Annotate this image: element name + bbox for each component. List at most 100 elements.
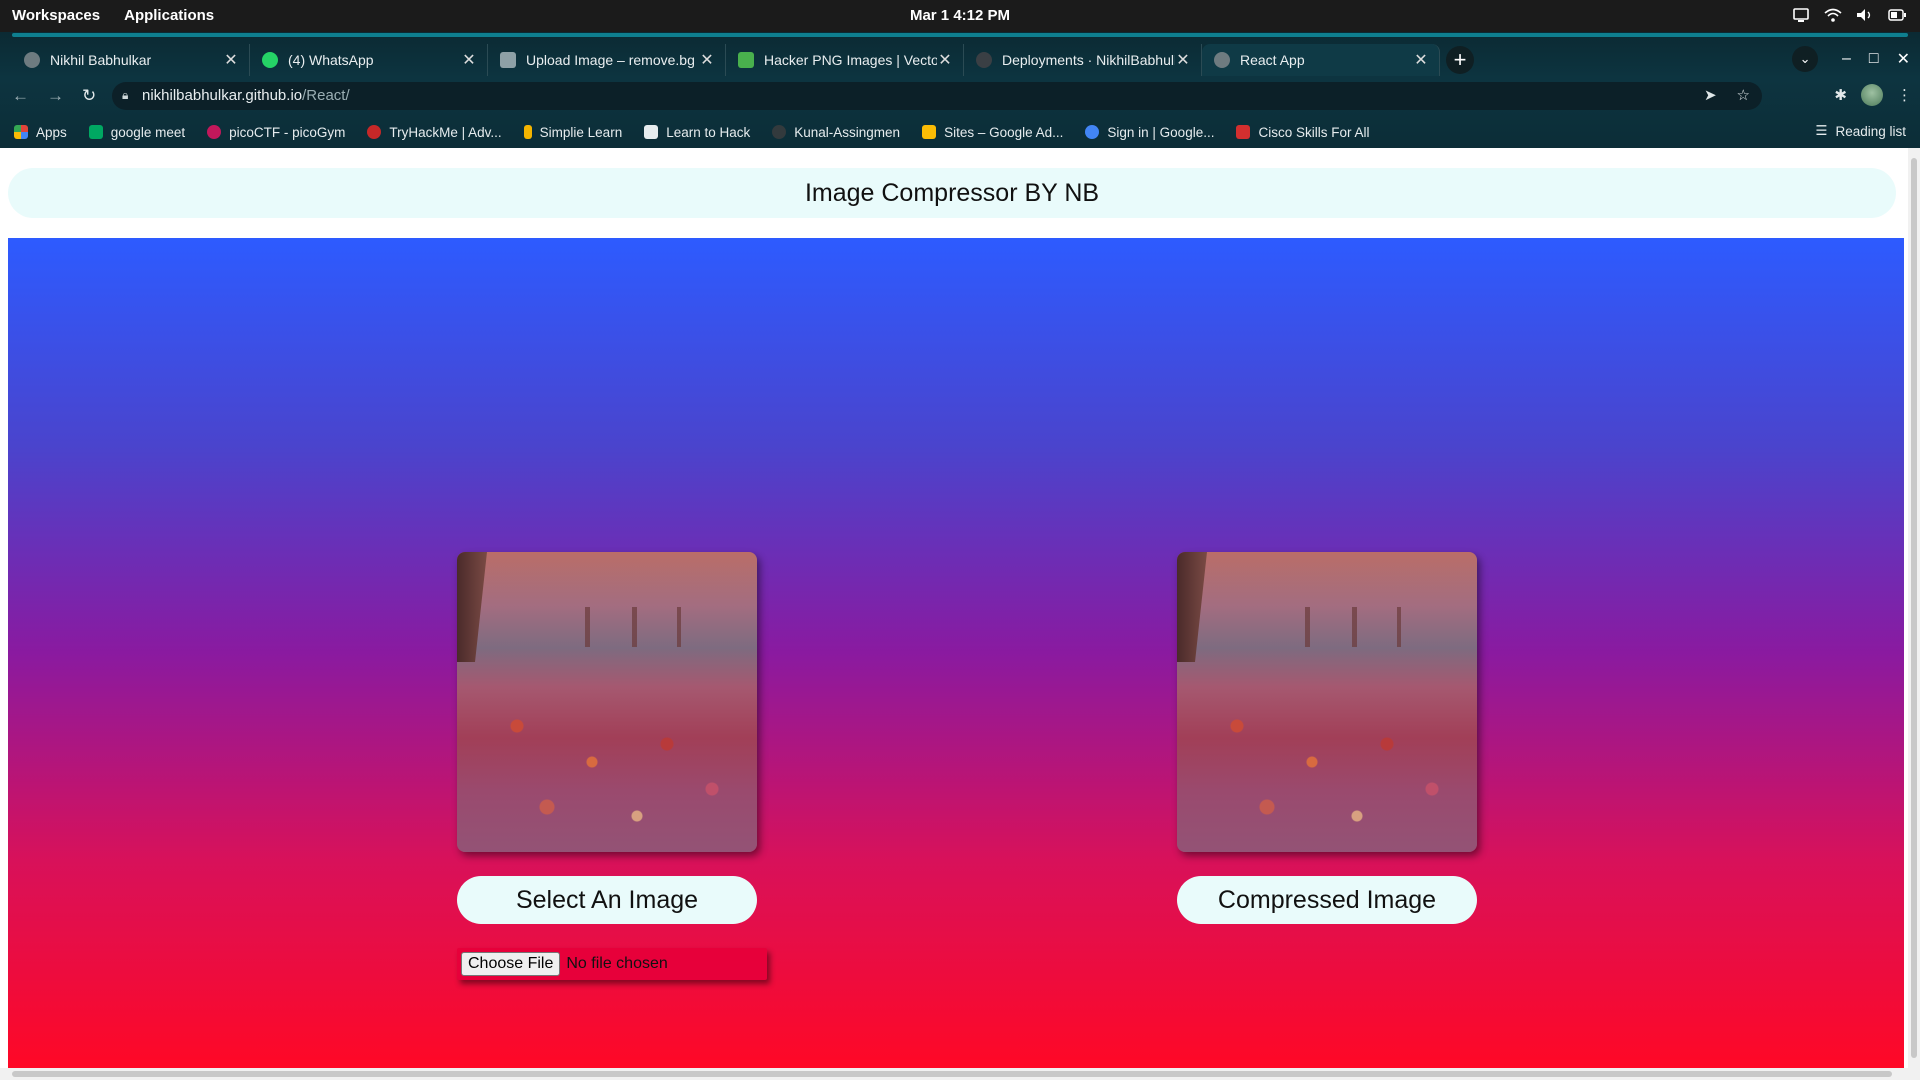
removebg-icon [500,52,516,68]
page-header: Image Compressor BY NB [8,168,1896,218]
back-icon[interactable]: ← [12,86,29,106]
picoctf-icon [207,125,222,139]
google-ads-icon [922,125,937,139]
tab-whatsapp[interactable]: (4) WhatsApp ✕ [250,44,488,76]
preview-photo [457,552,757,852]
meet-icon [88,125,103,139]
bookmark-google-meet[interactable]: google meet [88,124,186,140]
tab-title: Nikhil Babhulkar [50,52,152,68]
file-input[interactable]: Choose File No file chosen [457,948,767,980]
bookmark-label: google meet [110,124,186,140]
compressed-image-preview [1177,552,1477,852]
reading-list-icon: ☰ [1815,123,1828,138]
lock-icon[interactable]: 🔒︎ [122,88,128,103]
close-icon[interactable]: ✕ [1175,50,1191,70]
reload-icon[interactable]: ↻ [82,86,96,106]
bookmark-label: Learn to Hack [666,124,751,140]
minimize-icon[interactable]: – [1842,50,1851,68]
github-icon [772,125,787,139]
close-icon[interactable]: ✕ [461,50,477,70]
vertical-scrollbar[interactable] [1908,148,1920,1080]
tab-title: (4) WhatsApp [288,52,374,68]
reading-list-label: Reading list [1835,123,1906,139]
tab-title: Upload Image – remove.bg [526,52,695,68]
bookmark-sites-google[interactable]: Sites – Google Ad... [922,125,1063,140]
menu-icon[interactable]: ⋮ [1897,86,1912,104]
tab-nikhil-babhulkar[interactable]: Nikhil Babhulkar ✕ [12,44,250,76]
tab-title: Hacker PNG Images | Vector [764,52,937,68]
profile-avatar[interactable] [1861,84,1883,106]
url-host: nikhilbabhulkar.github.io [142,87,303,104]
preview-photo [1177,552,1477,852]
file-status: No file chosen [566,955,668,972]
pngtree-icon [738,52,754,68]
github-icon [976,52,992,68]
new-tab-button[interactable]: + [1446,46,1474,74]
bookmark-picoctf[interactable]: picoCTF - picoGym [207,125,345,140]
clock[interactable]: Mar 1 4:12 PM [0,7,1920,24]
globe-icon [1214,52,1230,68]
send-icon[interactable]: ➤ [1704,86,1717,104]
bookmark-label: Sign in | Google... [1107,124,1215,140]
screen-share-icon[interactable] [1792,6,1810,24]
star-icon[interactable]: ☆ [1737,86,1750,104]
url-path: /React/ [302,87,350,104]
compressed-image-button[interactable]: Compressed Image [1177,876,1477,924]
bookmark-apps[interactable]: Apps [14,125,67,140]
bookmark-label: picoCTF - picoGym [229,124,346,140]
volume-icon[interactable] [1856,6,1874,24]
cisco-icon [1236,125,1251,139]
tab-deployments[interactable]: Deployments · NikhilBabhulk ✕ [964,44,1202,76]
tab-title: React App [1240,52,1305,68]
bookmark-simplilearn[interactable]: Simplie Learn [523,124,623,140]
globe-icon [24,52,40,68]
browser-toolbar: ← → ↻ 🔒︎ nikhilbabhulkar.github.io/React… [0,80,1920,112]
system-top-bar: Workspaces Applications Mar 1 4:12 PM [0,0,1920,32]
tab-hacker-png[interactable]: Hacker PNG Images | Vector ✕ [726,44,964,76]
bookmark-cisco[interactable]: Cisco Skills For All [1236,124,1370,140]
bookmark-sign-in-google[interactable]: Sign in | Google... [1085,125,1214,140]
extensions-icon[interactable]: ✱ [1834,86,1847,104]
gradient-section: Select An Image Compressed Image Choose … [8,238,1904,1068]
address-url[interactable]: nikhilbabhulkar.github.io/React/ [142,87,350,104]
bookmark-learn-to-hack[interactable]: Learn to Hack [644,125,750,140]
select-image-label: Select An Image [457,876,757,924]
whatsapp-icon [262,52,278,68]
close-icon[interactable]: ✕ [1413,50,1429,70]
bookmark-label: TryHackMe | Adv... [389,124,502,140]
bookmarks-bar: Apps google meet picoCTF - picoGym TryHa… [0,116,1920,148]
close-icon[interactable]: ✕ [699,50,715,70]
chevron-down-icon[interactable]: ⌄ [1792,46,1819,72]
bookmark-label: Kunal-Assingmen [794,124,901,140]
tab-remove-bg[interactable]: Upload Image – remove.bg ✕ [488,44,726,76]
bookmark-label: Sites – Google Ad... [944,124,1064,140]
reading-list[interactable]: ☰ Reading list [1815,123,1906,139]
choose-file-button[interactable]: Choose File [461,952,561,976]
google-cloud-icon [1085,125,1100,139]
bookmark-tryhackme[interactable]: TryHackMe | Adv... [367,124,502,140]
scrollbar-thumb[interactable] [12,1071,1892,1077]
forward-icon[interactable]: → [47,86,64,106]
bookmark-label: Simplie Learn [539,124,623,140]
close-icon[interactable]: ✕ [223,50,239,70]
simplilearn-icon [523,125,532,139]
address-bar[interactable]: 🔒︎ nikhilbabhulkar.github.io/React/ ➤ ☆ [112,82,1762,110]
library-icon [644,125,659,139]
tryhackme-icon [367,125,382,139]
original-image-preview [457,552,757,852]
page-viewport: Image Compressor BY NB Select An Image C… [0,148,1920,1080]
bookmark-label: Cisco Skills For All [1258,124,1370,140]
tab-title: Deployments · NikhilBabhulk [1002,52,1175,68]
bookmark-kunal[interactable]: Kunal-Assingmen [772,125,900,140]
maximize-icon[interactable]: □ [1869,50,1879,68]
tab-strip: Nikhil Babhulkar ✕ (4) WhatsApp ✕ Upload… [12,44,1474,76]
close-icon[interactable]: ✕ [937,50,953,70]
close-window-icon[interactable]: ✕ [1897,49,1910,69]
apps-grid-icon [14,125,28,139]
tab-react-app[interactable]: React App ✕ [1202,44,1440,76]
window-accent-line [12,33,1908,37]
horizontal-scrollbar[interactable] [0,1068,1908,1080]
scrollbar-thumb[interactable] [1911,158,1917,1058]
wifi-icon[interactable] [1824,6,1842,24]
battery-icon[interactable] [1888,6,1906,24]
